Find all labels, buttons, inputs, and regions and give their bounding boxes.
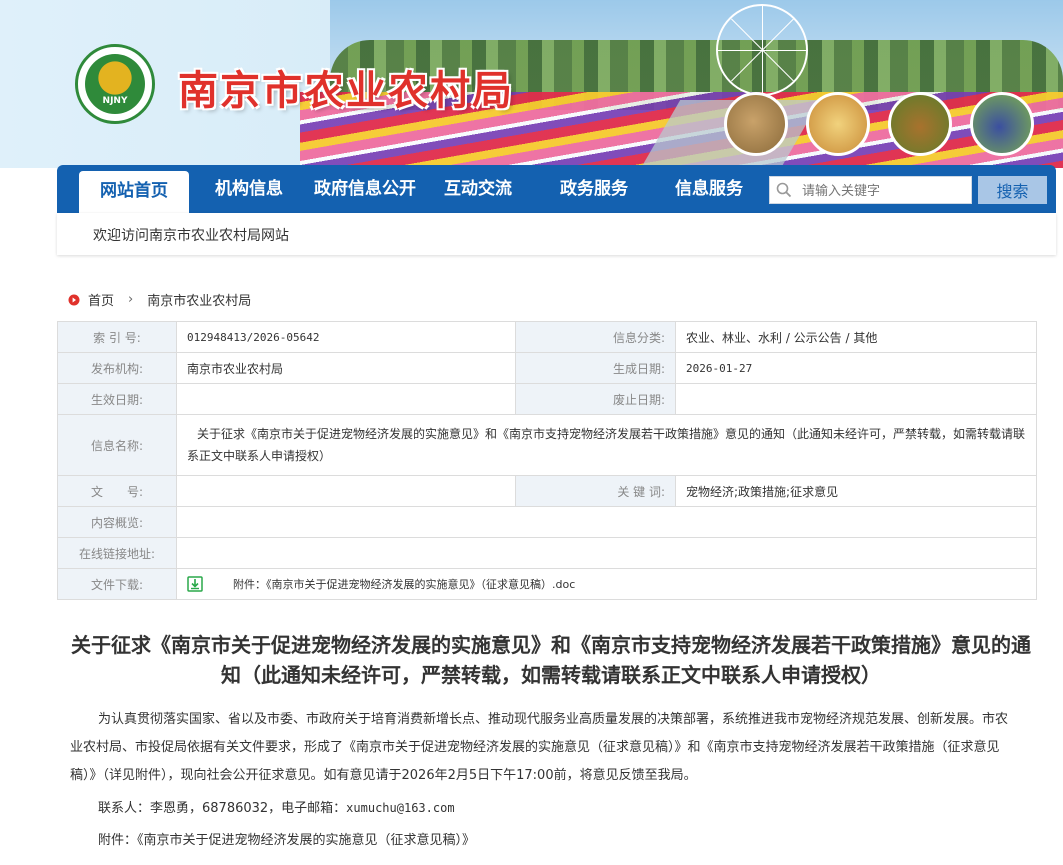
site-title: 南京市农业农村局 — [178, 67, 514, 114]
info-name-label: 信息名称: — [57, 414, 177, 476]
download-link[interactable]: 附件：《南京市关于促进宠物经济发展的实施意见》（征求意见稿）.doc — [233, 578, 575, 591]
info-name-value: 关于征求《南京市关于促进宠物经济发展的实施意见》和《南京市支持宠物经济发展若干政… — [176, 414, 1037, 476]
download-label: 文件下载: — [57, 568, 177, 600]
blueberry-image — [970, 92, 1034, 156]
attachment-link[interactable]: 附件：《南京市关于促进宠物经济发展的实施意见（征求意见稿）》 — [70, 827, 1020, 855]
nav-organization[interactable]: 机构信息 — [201, 165, 297, 213]
category-label: 信息分类: — [515, 321, 676, 353]
overview-value — [176, 506, 1037, 538]
keywords-value: 宠物经济;政策措施;征求意见 — [675, 475, 1037, 507]
effective-date-value — [176, 383, 516, 415]
search-button[interactable]: 搜索 — [978, 176, 1047, 204]
publisher-value: 南京市农业农村局 — [176, 352, 516, 384]
header-banner: NJNY 南京市农业农村局 — [0, 0, 1063, 168]
welcome-text: 欢迎访问南京市农业农村局网站 — [93, 228, 289, 244]
crab-image — [888, 92, 952, 156]
contact-email[interactable]: xumuchu@163.com — [346, 801, 454, 815]
logo-text: NJNY — [102, 96, 128, 106]
search-icon — [776, 182, 792, 198]
nav-gov-info[interactable]: 政府信息公开 — [305, 165, 425, 213]
search-input[interactable] — [800, 179, 972, 203]
article-paragraph: 为认真贯彻落实国家、省以及市委、市政府关于培育消费新增长点、推动现代服务业高质量… — [70, 712, 1009, 783]
table-row: 文 号: 关 键 词: 宠物经济;政策措施;征求意见 — [57, 475, 1037, 507]
main-nav: 网站首页 机构信息 政府信息公开 互动交流 政务服务 信息服务 搜索 — [57, 165, 1056, 213]
generated-date-label: 生成日期: — [515, 352, 676, 384]
article-body: 为认真贯彻落实国家、省以及市委、市政府关于培育消费新增长点、推动现代服务业高质量… — [70, 706, 1020, 855]
abolished-date-value — [675, 383, 1037, 415]
table-row: 发布机构: 南京市农业农村局 生成日期: 2026-01-27 — [57, 352, 1037, 384]
chicken-image — [806, 92, 870, 156]
search-box — [769, 176, 972, 204]
nav-info-services[interactable]: 信息服务 — [665, 165, 753, 213]
article-title: 关于征求《南京市关于促进宠物经济发展的实施意见》和《南京市支持宠物经济发展若干政… — [71, 633, 1031, 687]
generated-date-value: 2026-01-27 — [675, 352, 1037, 384]
logo-emblem-icon: NJNY — [85, 54, 145, 114]
keywords-label: 关 键 词: — [515, 475, 676, 507]
table-row: 文件下载: 附件：《南京市关于促进宠物经济发展的实施意见》（征求意见稿）.doc — [57, 568, 1037, 600]
site-logo[interactable]: NJNY — [75, 44, 155, 124]
publisher-label: 发布机构: — [57, 352, 177, 384]
nav-interaction[interactable]: 互动交流 — [435, 165, 521, 213]
nav-home[interactable]: 网站首页 — [79, 171, 189, 213]
index-value: 012948413/2026-05642 — [176, 321, 516, 353]
ferris-wheel-image — [716, 4, 808, 96]
doc-number-value — [176, 475, 516, 507]
table-row: 索 引 号: 012948413/2026-05642 信息分类: 农业、林业、… — [57, 321, 1037, 353]
abolished-date-label: 废止日期: — [515, 383, 676, 415]
info-table: 索 引 号: 012948413/2026-05642 信息分类: 农业、林业、… — [57, 321, 1037, 600]
overview-label: 内容概览: — [57, 506, 177, 538]
table-row: 生效日期: 废止日期: — [57, 383, 1037, 415]
breadcrumb: 首页 › 南京市农业农村局 — [68, 290, 251, 309]
breadcrumb-current[interactable]: 南京市农业农村局 — [147, 290, 251, 309]
index-label: 索 引 号: — [57, 321, 177, 353]
grain-image — [724, 92, 788, 156]
effective-date-label: 生效日期: — [57, 383, 177, 415]
contact-line: 联系人：李恩勇，68786032，电子邮箱：xumuchu@163.com — [70, 794, 1020, 823]
download-icon[interactable] — [187, 576, 203, 592]
home-icon — [68, 294, 80, 305]
doc-number-label: 文 号: — [57, 475, 177, 507]
table-row: 内容概览: — [57, 506, 1037, 538]
category-value: 农业、林业、水利 / 公示公告 / 其他 — [675, 321, 1037, 353]
online-link-label: 在线链接地址: — [57, 537, 177, 569]
table-row: 信息名称: 关于征求《南京市关于促进宠物经济发展的实施意见》和《南京市支持宠物经… — [57, 414, 1037, 476]
table-row: 在线链接地址: — [57, 537, 1037, 569]
breadcrumb-separator: › — [128, 292, 134, 307]
breadcrumb-home[interactable]: 首页 — [88, 290, 114, 309]
contact-text: 联系人：李恩勇，68786032，电子邮箱： — [98, 801, 347, 816]
download-cell: 附件：《南京市关于促进宠物经济发展的实施意见》（征求意见稿）.doc — [176, 568, 1037, 600]
welcome-bar: 欢迎访问南京市农业农村局网站 — [57, 213, 1056, 255]
nav-services[interactable]: 政务服务 — [550, 165, 638, 213]
online-link-value — [176, 537, 1037, 569]
